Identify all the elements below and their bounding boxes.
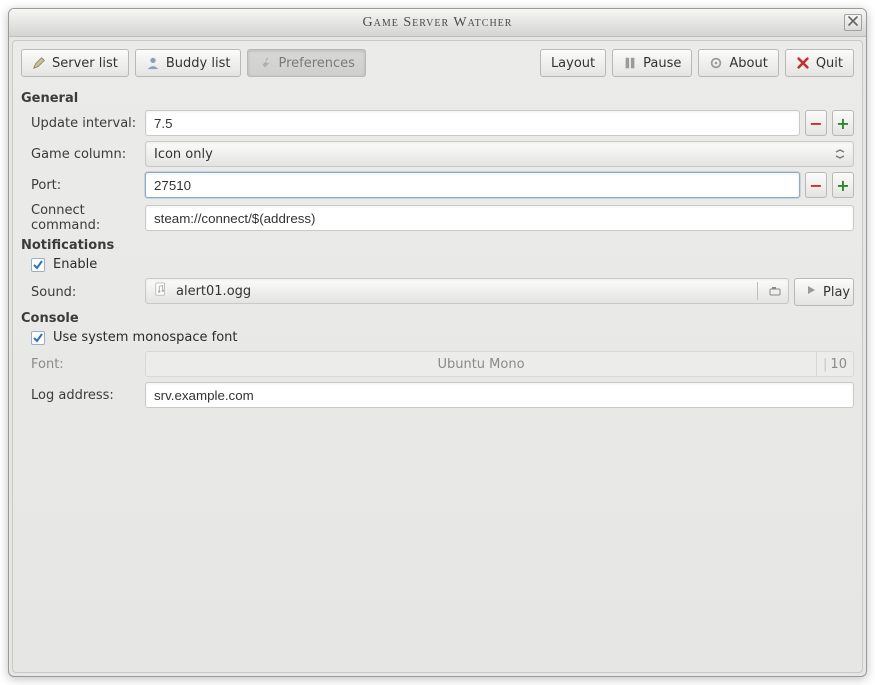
minus-icon: − <box>809 114 822 133</box>
game-column-select[interactable]: Icon only <box>145 141 854 167</box>
game-column-label: Game column: <box>21 147 137 162</box>
window-title: Game Server Watcher <box>363 15 513 31</box>
play-icon <box>805 284 817 300</box>
app-window: Game Server Watcher Server list Buddy li… <box>8 8 867 677</box>
titlebar: Game Server Watcher <box>9 9 866 37</box>
plus-icon: + <box>836 176 849 195</box>
update-interval-label: Update interval: <box>21 116 137 131</box>
sound-label: Sound: <box>21 285 137 300</box>
log-address-input[interactable] <box>145 382 854 408</box>
client-area: Server list Buddy list Preferences Layou… <box>12 40 863 673</box>
pause-icon <box>623 56 637 70</box>
font-size-display: |10 <box>816 351 854 377</box>
person-icon <box>146 56 160 70</box>
port-label: Port: <box>21 178 137 193</box>
connect-command-input[interactable] <box>145 205 854 231</box>
close-icon <box>848 15 858 30</box>
server-list-label: Server list <box>52 56 118 71</box>
port-increment[interactable]: + <box>832 172 854 198</box>
play-label: Play <box>823 285 850 300</box>
wrench-icon <box>258 56 272 70</box>
chevron-down-icon <box>833 147 847 161</box>
layout-label: Layout <box>551 56 595 71</box>
quit-icon <box>796 56 810 70</box>
sound-file-chooser[interactable]: alert01.ogg <box>145 278 789 304</box>
enable-notifications-checkbox[interactable] <box>31 258 45 272</box>
connect-command-label: Connect command: <box>21 203 137 233</box>
use-monospace-label: Use system monospace font <box>53 330 238 345</box>
port-input[interactable] <box>145 172 800 198</box>
pencil-icon <box>32 56 46 70</box>
section-console-heading: Console <box>21 311 854 326</box>
row-port: Port: − + <box>21 172 854 198</box>
font-chooser: Ubuntu Mono |10 <box>145 351 854 377</box>
row-use-monospace[interactable]: Use system monospace font <box>21 330 854 345</box>
about-label: About <box>729 56 767 71</box>
use-monospace-checkbox[interactable] <box>31 331 45 345</box>
pause-label: Pause <box>643 56 681 71</box>
row-update-interval: Update interval: − + <box>21 110 854 136</box>
preferences-button[interactable]: Preferences <box>247 49 365 77</box>
buddy-list-label: Buddy list <box>166 56 231 71</box>
update-interval-input[interactable] <box>145 110 800 136</box>
gear-icon <box>709 56 723 70</box>
check-icon <box>32 332 44 344</box>
sound-file-name: alert01.ogg <box>176 284 749 299</box>
about-button[interactable]: About <box>698 49 778 77</box>
preferences-content: General Update interval: − + Game column… <box>13 85 862 672</box>
file-open-icon <box>766 285 784 297</box>
log-address-label: Log address: <box>21 388 137 403</box>
enable-notifications-label: Enable <box>53 257 97 272</box>
buddy-list-button[interactable]: Buddy list <box>135 49 242 77</box>
font-label: Font: <box>21 357 137 372</box>
font-name-display: Ubuntu Mono <box>145 351 816 377</box>
game-column-value: Icon only <box>154 147 213 162</box>
update-interval-increment[interactable]: + <box>832 110 854 136</box>
update-interval-decrement[interactable]: − <box>805 110 827 136</box>
port-decrement[interactable]: − <box>805 172 827 198</box>
server-list-button[interactable]: Server list <box>21 49 129 77</box>
row-game-column: Game column: Icon only <box>21 141 854 167</box>
audio-file-icon <box>154 282 168 300</box>
minus-icon: − <box>809 176 822 195</box>
check-icon <box>32 259 44 271</box>
play-sound-button[interactable]: Play <box>794 278 854 306</box>
window-close-button[interactable] <box>844 14 862 31</box>
section-notifications-heading: Notifications <box>21 238 854 253</box>
quit-button[interactable]: Quit <box>785 49 854 77</box>
quit-label: Quit <box>816 56 843 71</box>
preferences-label: Preferences <box>278 56 354 71</box>
row-font: Font: Ubuntu Mono |10 <box>21 351 854 377</box>
row-connect-command: Connect command: <box>21 203 854 233</box>
plus-icon: + <box>836 114 849 133</box>
row-enable-notifications[interactable]: Enable <box>21 257 854 272</box>
layout-button[interactable]: Layout <box>540 49 606 77</box>
pause-button[interactable]: Pause <box>612 49 692 77</box>
row-sound: Sound: alert01.ogg <box>21 278 854 306</box>
row-log-address: Log address: <box>21 382 854 408</box>
section-general-heading: General <box>21 91 854 106</box>
toolbar: Server list Buddy list Preferences Layou… <box>13 41 862 85</box>
